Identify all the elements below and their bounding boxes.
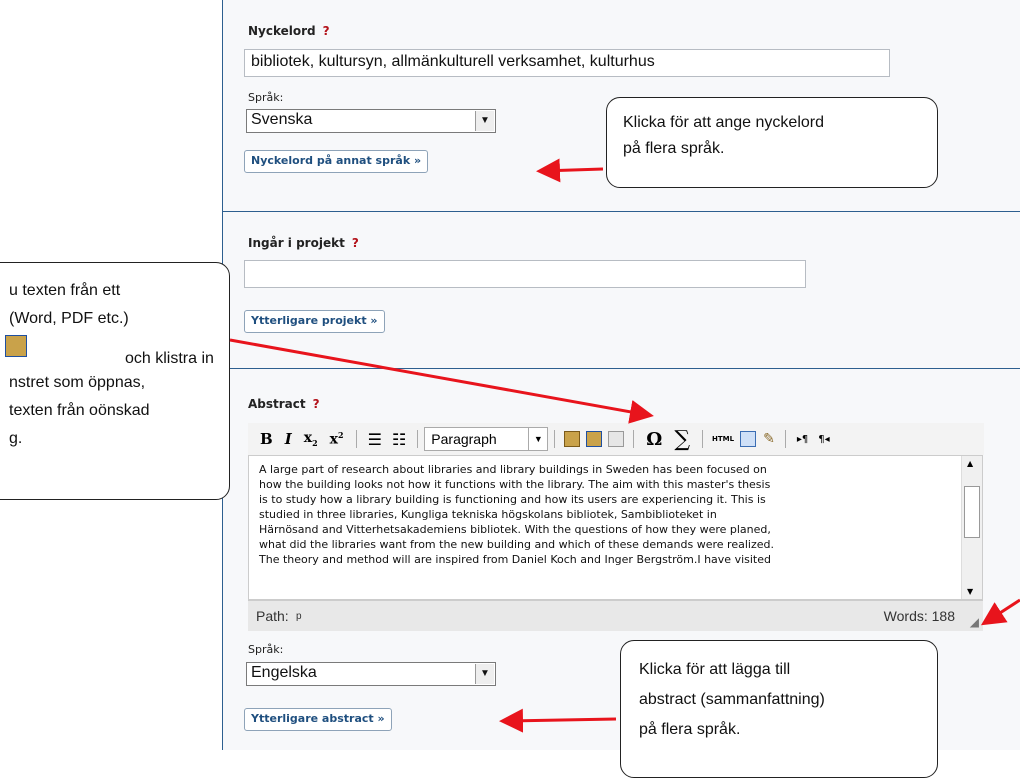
arrow-keywords (536, 158, 604, 183)
arrow-resize (980, 598, 1020, 626)
arrow-paste (229, 338, 654, 424)
annotation-arrows (229, 158, 1020, 733)
arrow-abstract (499, 708, 617, 733)
